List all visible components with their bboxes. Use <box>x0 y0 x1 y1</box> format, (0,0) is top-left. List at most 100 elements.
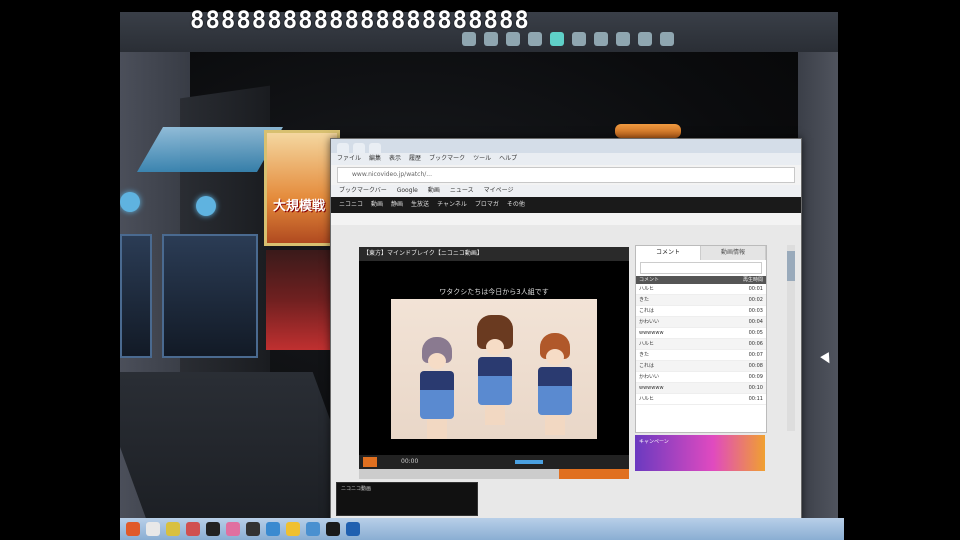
comment-row[interactable]: これは 00:03 <box>636 306 766 317</box>
comment-row[interactable]: かわいい 00:09 <box>636 372 766 383</box>
bookmark-item[interactable]: Google <box>397 185 418 197</box>
tab-video-info[interactable]: 動画情報 <box>701 246 766 260</box>
toolbar-icon[interactable] <box>594 32 608 46</box>
site-nav-item[interactable]: チャンネル <box>437 197 467 213</box>
comment-row[interactable]: ハルヒ 00:01 <box>636 284 766 295</box>
browser-tab[interactable] <box>369 143 381 153</box>
seek-progress <box>558 469 629 479</box>
address-bar[interactable]: www.nicovideo.jp/watch/... <box>337 167 795 183</box>
comment-text: これは <box>639 308 655 314</box>
bookmark-item[interactable]: ニュース <box>450 185 474 197</box>
taskbar-app-icon[interactable] <box>326 522 340 536</box>
site-nav-item[interactable]: その他 <box>507 197 525 213</box>
page-scrollbar[interactable] <box>787 245 795 431</box>
taskbar-app-icon[interactable] <box>286 522 300 536</box>
toolbar-icon[interactable] <box>616 32 630 46</box>
comment-search-input[interactable] <box>640 262 762 274</box>
toolbar-icon[interactable] <box>638 32 652 46</box>
menu-history[interactable]: 履歴 <box>409 153 421 165</box>
comment-panel: コメント 動画情報 コメント 再生時間 ハルヒ 00:01 きた 00:02 これは 00… <box>635 245 767 433</box>
comment-header-time: 再生時間 <box>742 277 763 283</box>
notification-popup[interactable]: ニコニコ動画 <box>336 482 478 516</box>
bookmark-item[interactable]: ブックマークバー <box>339 185 387 197</box>
comment-row[interactable]: wwwwww 00:10 <box>636 383 766 394</box>
comment-time: 00:06 <box>748 341 763 347</box>
taskbar-app-icon[interactable] <box>186 522 200 536</box>
volume-slider[interactable] <box>515 460 543 464</box>
pause-button[interactable] <box>363 457 377 467</box>
video-frame[interactable] <box>391 299 597 439</box>
browser-tab-strip <box>331 139 801 153</box>
site-nav-item[interactable]: ニコニコ <box>339 197 363 213</box>
menu-help[interactable]: ヘルプ <box>499 153 517 165</box>
comment-time: 00:10 <box>748 385 763 391</box>
score-display: 8888888888888888888888 <box>190 6 530 34</box>
taskbar-app-icon[interactable] <box>246 522 260 536</box>
browser-tab[interactable] <box>353 143 365 153</box>
indicator-light <box>120 192 140 212</box>
site-nav-item[interactable]: 動画 <box>371 197 383 213</box>
tab-comments[interactable]: コメント <box>636 246 701 260</box>
comment-header-text: コメント <box>639 277 660 283</box>
comment-row[interactable]: ハルヒ 00:06 <box>636 339 766 350</box>
comment-time: 00:05 <box>748 330 763 336</box>
toolbar-icon[interactable] <box>462 32 476 46</box>
browser-tab[interactable] <box>337 143 349 153</box>
comment-time: 00:07 <box>748 352 763 358</box>
comment-row[interactable]: ハルヒ 00:11 <box>636 394 766 405</box>
taskbar-app-icon[interactable] <box>206 522 220 536</box>
advertisement-banner[interactable]: キャンペーン <box>635 435 765 471</box>
toolbar-icon[interactable] <box>528 32 542 46</box>
comment-time: 00:02 <box>748 297 763 303</box>
site-nav-item[interactable]: 静画 <box>391 197 403 213</box>
comment-time: 00:03 <box>748 308 763 314</box>
browser-window: ファイル 編集 表示 履歴 ブックマーク ツール ヘルプ www.nicovid… <box>330 138 802 522</box>
anime-character <box>475 315 515 433</box>
comment-row[interactable]: これは 00:08 <box>636 361 766 372</box>
toolbar-icon[interactable] <box>506 32 520 46</box>
menu-view[interactable]: 表示 <box>389 153 401 165</box>
comment-row[interactable]: wwwwww 00:05 <box>636 328 766 339</box>
comment-list: ハルヒ 00:01 きた 00:02 これは 00:03 かわいい 00:04 wwwwww 00… <box>636 284 766 405</box>
comment-time: 00:11 <box>748 396 763 402</box>
toolbar-icon[interactable] <box>660 32 674 46</box>
event-thumbnail[interactable] <box>266 250 332 350</box>
menu-file[interactable]: ファイル <box>337 153 361 165</box>
site-nav-item[interactable]: 生放送 <box>411 197 429 213</box>
comment-text: wwwwww <box>639 385 664 391</box>
bookmark-item[interactable]: 動画 <box>428 185 440 197</box>
site-nav-item[interactable]: ブロマガ <box>475 197 499 213</box>
taskbar-app-icon[interactable] <box>306 522 320 536</box>
game-orange-button[interactable] <box>615 124 681 138</box>
menu-tools[interactable]: ツール <box>473 153 491 165</box>
toolbar-icon-active[interactable] <box>550 32 564 46</box>
comment-time: 00:09 <box>748 374 763 380</box>
taskbar-app-icon[interactable] <box>346 522 360 536</box>
taskbar-app-icon[interactable] <box>146 522 160 536</box>
menu-bookmarks[interactable]: ブックマーク <box>429 153 465 165</box>
game-right-frame <box>798 52 838 518</box>
event-banner[interactable]: 大規模戦 <box>264 130 340 246</box>
seek-bar[interactable] <box>359 469 629 479</box>
comment-row[interactable]: きた 00:07 <box>636 350 766 361</box>
comment-text: かわいい <box>639 319 660 325</box>
start-icon[interactable] <box>126 522 140 536</box>
taskbar-app-icon[interactable] <box>266 522 280 536</box>
taskbar <box>120 518 844 540</box>
comment-text: wwwwww <box>639 330 664 336</box>
site-nav-bar: ニコニコ 動画 静画 生放送 チャンネル ブロマガ その他 <box>331 197 801 213</box>
comment-row[interactable]: きた 00:02 <box>636 295 766 306</box>
toolbar-icon[interactable] <box>572 32 586 46</box>
menu-edit[interactable]: 編集 <box>369 153 381 165</box>
bookmarks-bar: ブックマークバー Google 動画 ニュース マイページ <box>331 185 801 197</box>
comment-row[interactable]: かわいい 00:04 <box>636 317 766 328</box>
toolbar-icon[interactable] <box>484 32 498 46</box>
taskbar-app-icon[interactable] <box>226 522 240 536</box>
taskbar-app-icon[interactable] <box>166 522 180 536</box>
bookmark-item[interactable]: マイページ <box>484 185 514 197</box>
video-player[interactable]: 【東方】マインドブレイク【ニコニコ動画】 ワタクシたちは今日から3人組です 00… <box>359 247 629 469</box>
comment-text: これは <box>639 363 655 369</box>
comment-panel-tabs: コメント 動画情報 <box>636 246 766 260</box>
page-content: 【東方】マインドブレイク【ニコニコ動画】 ワタクシたちは今日から3人組です 00… <box>331 225 801 521</box>
game-toolbar <box>462 32 674 46</box>
